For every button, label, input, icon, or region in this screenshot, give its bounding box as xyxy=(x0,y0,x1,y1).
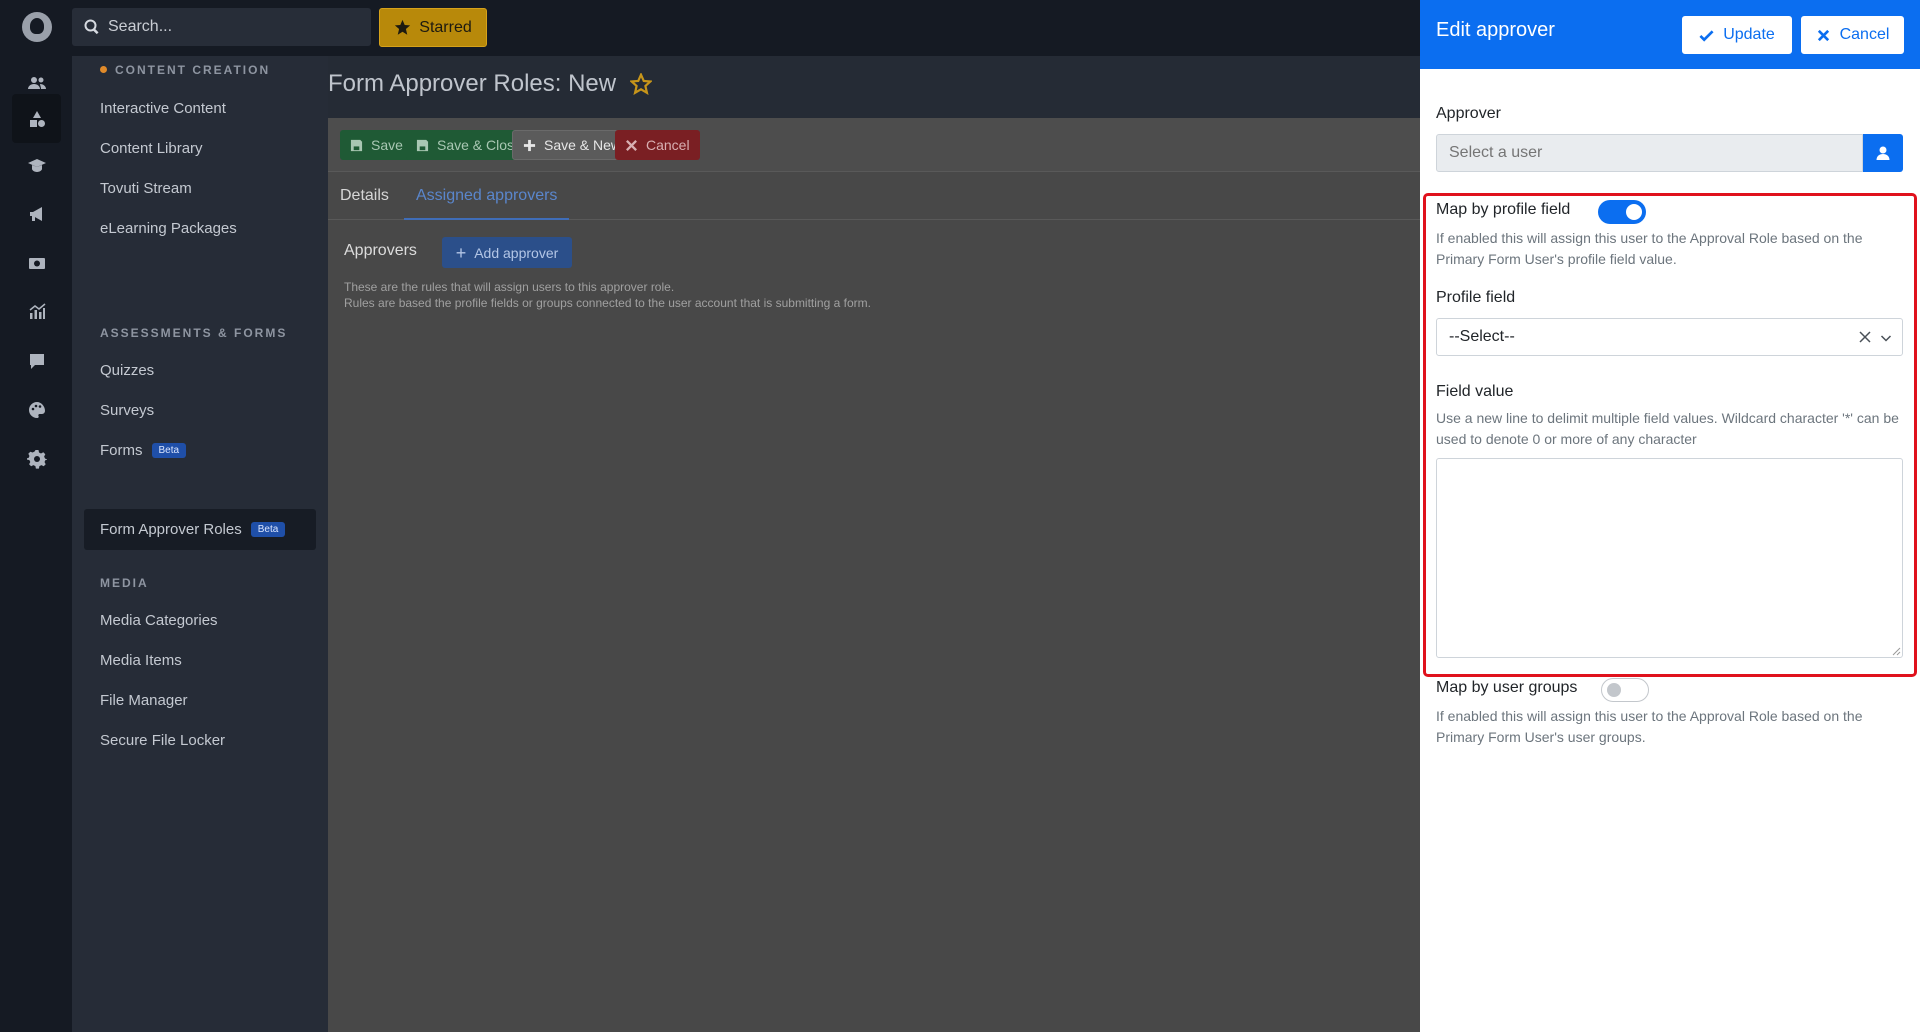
approvers-help-line-1: These are the rules that will assign use… xyxy=(344,280,675,294)
close-icon xyxy=(626,139,637,151)
nav-forms[interactable]: Forms Beta xyxy=(100,442,187,459)
panel-cancel-label: Cancel xyxy=(1839,26,1890,43)
close-icon xyxy=(1817,29,1829,41)
save-button[interactable]: Save xyxy=(340,130,413,160)
search-input[interactable] xyxy=(108,18,348,36)
starred-button[interactable]: Starred xyxy=(379,8,487,47)
nav-media-categories[interactable]: Media Categories xyxy=(100,612,218,629)
star-outline-icon[interactable] xyxy=(630,73,653,95)
save-close-label: Save & Close xyxy=(437,137,522,153)
nav-content-library[interactable]: Content Library xyxy=(100,140,203,157)
section-media: MEDIA xyxy=(100,576,149,590)
field-value-textarea[interactable] xyxy=(1436,458,1903,658)
active-section-dot xyxy=(100,66,107,73)
icon-rail xyxy=(0,0,72,1032)
graduation-cap-icon[interactable] xyxy=(12,140,61,189)
comment-icon[interactable] xyxy=(12,336,61,385)
cancel-label: Cancel xyxy=(646,137,690,153)
select-user-button[interactable] xyxy=(1863,134,1903,172)
page-title: Form Approver Roles: New xyxy=(328,70,653,98)
update-label: Update xyxy=(1723,26,1775,43)
approvers-help-line-2: Rules are based the profile fields or gr… xyxy=(344,296,871,310)
search-box[interactable] xyxy=(72,8,371,46)
shapes-icon[interactable] xyxy=(12,94,61,143)
approver-label: Approver xyxy=(1436,105,1501,122)
content-overlay: Save Save & Close Save & New Cancel Deta… xyxy=(328,118,1420,1032)
nav-media-items[interactable]: Media Items xyxy=(100,652,182,669)
sub-sidebar: CONTENT CREATION Interactive Content Con… xyxy=(72,56,328,1032)
floppy-icon xyxy=(350,139,363,151)
map-user-groups-toggle[interactable] xyxy=(1601,678,1649,702)
map-profile-field-label: Map by profile field xyxy=(1436,201,1571,218)
video-icon[interactable] xyxy=(12,238,61,287)
save-label: Save xyxy=(371,137,403,153)
nav-quizzes[interactable]: Quizzes xyxy=(100,362,154,379)
add-approver-label: Add approver xyxy=(474,244,559,261)
nav-interactive-content[interactable]: Interactive Content xyxy=(100,100,226,117)
chevron-down-icon xyxy=(1880,335,1892,342)
map-profile-field-toggle[interactable] xyxy=(1598,200,1646,224)
plus-icon: + xyxy=(455,242,467,263)
palette-icon[interactable] xyxy=(12,385,61,434)
tab-assigned-approvers[interactable]: Assigned approvers xyxy=(404,172,570,220)
edit-approver-panel: Edit approver Update Cancel Approver Map… xyxy=(1420,0,1920,1032)
tab-bar: Details Assigned approvers xyxy=(328,172,1420,220)
beta-badge: Beta xyxy=(151,443,187,458)
toolbar: Save Save & Close Save & New Cancel xyxy=(328,118,1420,172)
beta-badge: Beta xyxy=(250,522,286,537)
tab-details[interactable]: Details xyxy=(340,172,389,220)
approvers-heading: Approvers xyxy=(344,242,417,259)
panel-cancel-button[interactable]: Cancel xyxy=(1801,16,1904,54)
chart-icon[interactable] xyxy=(12,287,61,336)
section-assessments-forms: ASSESSMENTS & FORMS xyxy=(100,326,288,340)
panel-title: Edit approver xyxy=(1436,19,1555,41)
cancel-button[interactable]: Cancel xyxy=(615,130,700,160)
field-value-hint: Use a new line to delimit multiple field… xyxy=(1436,410,1899,447)
check-icon xyxy=(1699,29,1714,42)
nav-form-approver-roles-label: Form Approver Roles xyxy=(100,521,242,538)
resize-grip-icon[interactable] xyxy=(1892,647,1901,656)
user-icon xyxy=(1876,146,1890,160)
nav-form-approver-roles[interactable]: Form Approver Roles Beta xyxy=(84,509,316,550)
logo-icon[interactable] xyxy=(22,12,52,42)
profile-field-value: --Select-- xyxy=(1449,328,1515,345)
nav-secure-file-locker[interactable]: Secure File Locker xyxy=(100,732,225,749)
map-user-groups-label: Map by user groups xyxy=(1436,679,1578,696)
page-title-text: Form Approver Roles: New xyxy=(328,70,617,97)
plus-icon xyxy=(523,139,536,151)
nav-tovuti-stream[interactable]: Tovuti Stream xyxy=(100,180,192,197)
save-new-label: Save & New xyxy=(544,137,622,153)
map-profile-field-hint: If enabled this will assign this user to… xyxy=(1436,230,1863,267)
profile-field-label: Profile field xyxy=(1436,289,1516,306)
megaphone-icon[interactable] xyxy=(12,189,61,238)
floppy-icon xyxy=(416,139,429,151)
approver-select-input[interactable] xyxy=(1436,134,1863,172)
nav-forms-label: Forms xyxy=(100,442,143,459)
clear-icon[interactable] xyxy=(1858,330,1872,344)
nav-surveys[interactable]: Surveys xyxy=(100,402,154,419)
gear-icon[interactable] xyxy=(12,434,61,483)
starred-label: Starred xyxy=(419,18,472,36)
profile-field-select[interactable]: --Select-- xyxy=(1436,318,1903,356)
panel-header: Edit approver Update Cancel xyxy=(1420,0,1920,69)
section-content-creation: CONTENT CREATION xyxy=(100,63,270,77)
field-value-label: Field value xyxy=(1436,383,1514,400)
add-approver-button[interactable]: + Add approver xyxy=(442,237,572,268)
nav-elearning-packages[interactable]: eLearning Packages xyxy=(100,220,237,237)
map-user-groups-hint: If enabled this will assign this user to… xyxy=(1436,708,1863,745)
search-icon xyxy=(84,19,99,35)
update-button[interactable]: Update xyxy=(1682,16,1792,54)
nav-file-manager[interactable]: File Manager xyxy=(100,692,188,709)
star-icon xyxy=(395,19,411,35)
main-area: Form Approver Roles: New Save Save & Clo… xyxy=(328,56,1420,1032)
